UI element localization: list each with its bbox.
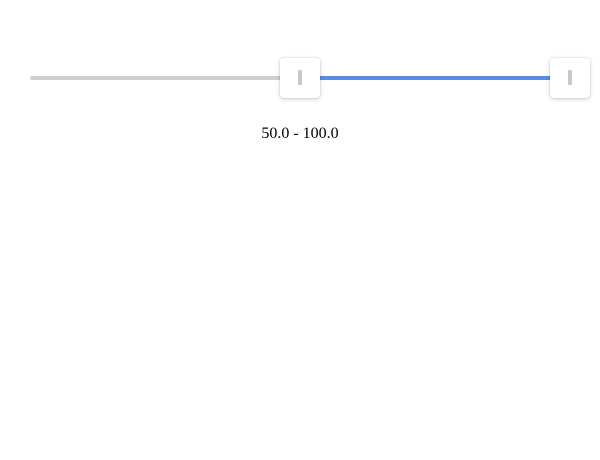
range-slider[interactable]: 50.0 - 100.0 (0, 0, 600, 460)
upper-range-handle[interactable] (550, 58, 590, 98)
grip-icon (298, 70, 302, 85)
range-value-label: 50.0 - 100.0 (261, 125, 339, 142)
lower-range-handle[interactable] (280, 58, 320, 98)
grip-icon (568, 70, 572, 85)
slider-selected-range (300, 76, 570, 80)
